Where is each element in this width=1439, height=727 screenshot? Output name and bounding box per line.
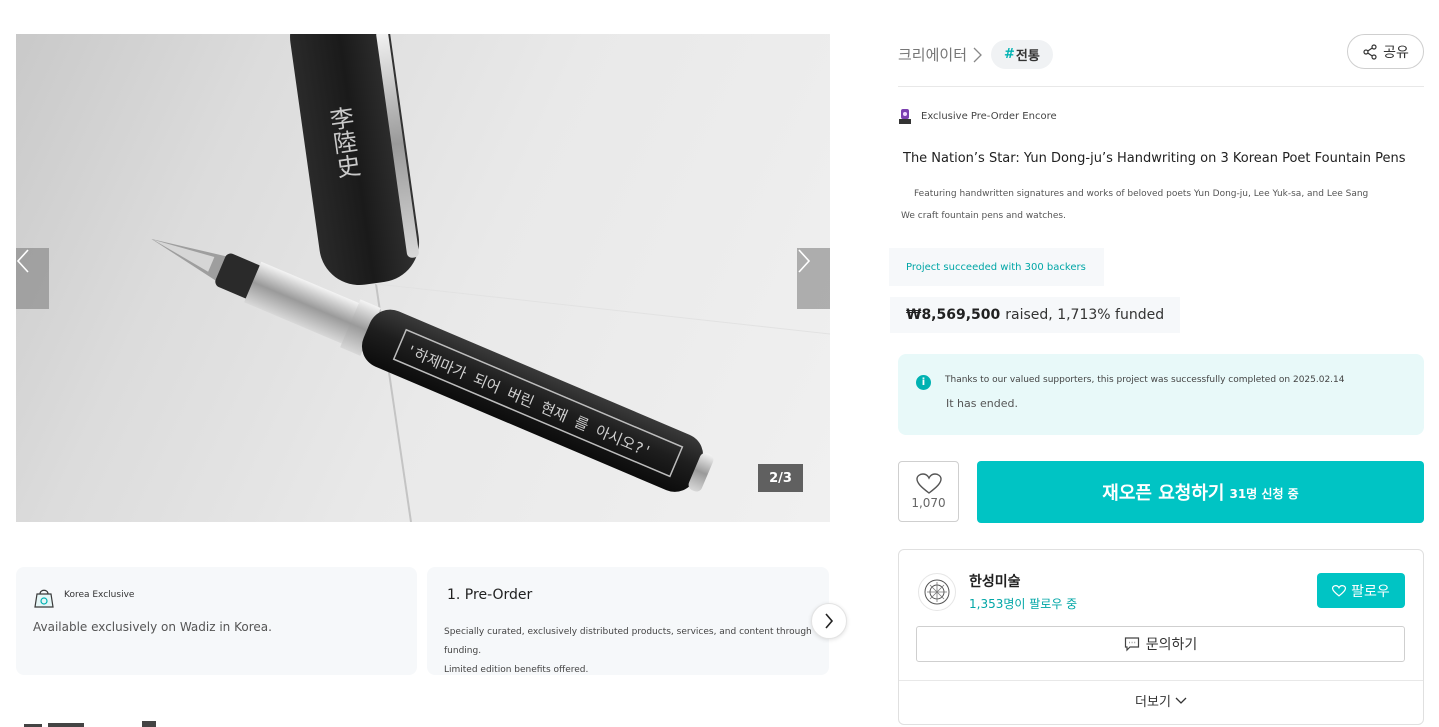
divider [899, 680, 1423, 681]
chevron-right-icon [973, 47, 982, 62]
share-icon [1363, 43, 1377, 60]
benefit-card-korea-exclusive[interactable]: Korea Exclusive Available exclusively on… [16, 567, 417, 675]
maker-avatar[interactable] [918, 573, 956, 611]
maker-name[interactable]: 한성미술 [969, 571, 1021, 591]
encore-label: Exclusive Pre-Order Encore [898, 107, 1057, 125]
breadcrumb: 크리에이터 # 전통 [898, 40, 1053, 69]
funding-rate: raised, 1,713% funded [1005, 307, 1165, 323]
benefit-title: 1. Pre-Order [447, 587, 533, 603]
product-image-gallery[interactable]: 李陸史 '하제마가 되어 버린 현재 를 아시오?' 2/3 [16, 34, 830, 522]
like-count: 1,070 [911, 496, 946, 510]
maker-logo-icon [924, 579, 950, 605]
pen-engraving: '하제마가 되어 버린 현재 를 아시오?' [403, 341, 654, 461]
maker-card: 한성미술 1,353명이 팔로우 중 팔로우 문의하기 더보기 [898, 549, 1424, 725]
encore-text: Exclusive Pre-Order Encore [921, 110, 1057, 122]
benefit-card-pre-order[interactable]: 1. Pre-Order Specially curated, exclusiv… [427, 567, 829, 675]
more-label: 더보기 [1135, 695, 1171, 710]
gallery-prev-button[interactable] [16, 248, 49, 309]
maker-follower-count: 1,353명이 팔로우 중 [969, 597, 1078, 611]
share-button[interactable]: 공유 [1347, 34, 1424, 69]
cards-next-button[interactable] [811, 603, 847, 639]
notice-status: It has ended. [946, 397, 1018, 410]
inquiry-label: 문의하기 [1145, 637, 1198, 653]
heart-icon [1332, 584, 1347, 597]
benefit-description: Available exclusively on Wadiz in Korea. [33, 620, 272, 634]
info-icon: i [916, 375, 931, 390]
chat-icon [1124, 637, 1139, 652]
completion-notice: i Thanks to our valued supporters, this … [898, 354, 1424, 435]
like-button[interactable]: 1,070 [898, 461, 959, 522]
more-button[interactable]: 더보기 [899, 691, 1423, 710]
benefit-description-line: Specially curated, exclusively distribut… [444, 627, 812, 656]
shopping-bag-icon [34, 589, 54, 608]
maker-intro: We craft fountain pens and watches. [901, 211, 1066, 221]
gallery-next-button[interactable] [797, 248, 830, 309]
chevron-right-icon [825, 613, 834, 629]
breadcrumb-creator[interactable]: 크리에이터 [898, 44, 967, 65]
heart-icon [915, 473, 942, 494]
cta-label: 재오픈 요청하기 [1102, 483, 1225, 504]
benefit-badge: Korea Exclusive [64, 590, 135, 600]
chevron-left-icon [16, 249, 29, 273]
project-subtitle: Featuring handwritten signatures and wor… [914, 189, 1369, 199]
gallery-counter: 2/3 [758, 464, 803, 492]
follow-button[interactable]: 팔로우 [1317, 573, 1405, 608]
chevron-down-icon [1175, 697, 1187, 704]
benefit-description: Specially curated, exclusively distribut… [444, 623, 824, 680]
inquiry-button[interactable]: 문의하기 [916, 626, 1405, 662]
encore-badge-icon [899, 109, 911, 124]
reopen-request-button[interactable]: 재오픈 요청하기 31명 신청 중 [977, 461, 1424, 523]
benefit-description-line: Limited edition benefits offered. [444, 665, 589, 675]
project-title: The Nation’s Star: Yun Dong-ju’s Handwri… [903, 151, 1406, 166]
cta-request-count: 31명 신청 중 [1229, 487, 1299, 501]
share-label: 공유 [1383, 44, 1409, 61]
notice-message: Thanks to our valued supporters, this pr… [945, 375, 1345, 385]
success-status: Project succeeded with 300 backers [889, 248, 1104, 286]
category-tag[interactable]: # 전통 [991, 40, 1053, 69]
chevron-right-icon [798, 249, 811, 273]
raised-amount: ₩8,569,500 [906, 307, 1001, 323]
follow-label: 팔로우 [1351, 583, 1390, 600]
funding-summary: ₩8,569,500 raised, 1,713% funded [890, 297, 1181, 333]
section-heading-clipped [24, 721, 156, 727]
product-photo: 李陸史 '하제마가 되어 버린 현재 를 아시오?' [151, 34, 830, 522]
tag-label: 전통 [1015, 49, 1040, 64]
divider [898, 86, 1424, 87]
tag-hash: # [1004, 47, 1015, 62]
